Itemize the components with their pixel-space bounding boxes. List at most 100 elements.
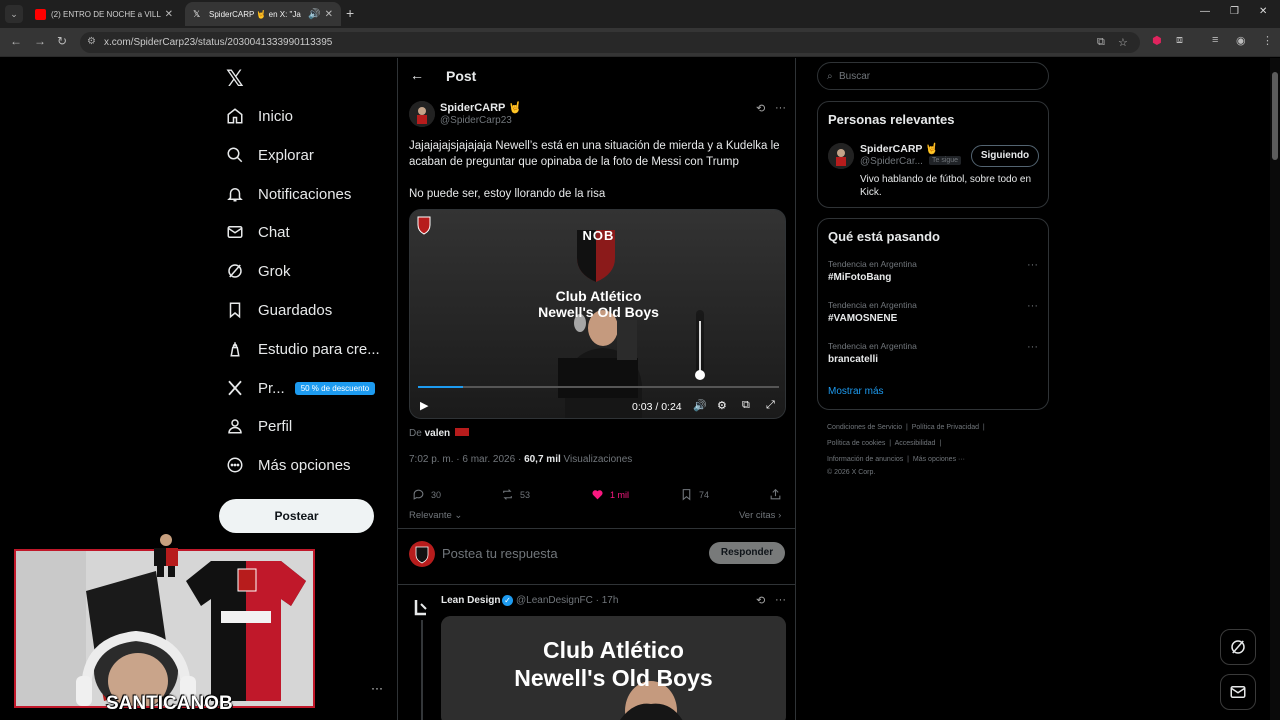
search-box[interactable]: ⌕ Buscar [817, 62, 1049, 90]
tab-search-button[interactable]: ⌄ [5, 5, 23, 23]
profile-icon[interactable]: ◉ [1236, 34, 1246, 47]
more-options-icon[interactable]: ··· [1027, 341, 1038, 353]
repost-action[interactable]: 53 [501, 488, 530, 501]
nav-creator-studio[interactable]: Estudio para cre... [226, 334, 380, 364]
reply-image-line: Newell's Old Boys [514, 665, 713, 691]
settings-icon[interactable]: ⚙ [717, 399, 727, 412]
more-options-icon[interactable]: ··· [775, 102, 786, 114]
pip-icon[interactable]: ⧉ [742, 399, 750, 412]
post-text: No puede ser, estoy llorando de la risa [409, 188, 606, 200]
close-window-button[interactable]: ✕ [1259, 6, 1267, 17]
fullscreen-icon[interactable]: ⤢ [766, 399, 775, 412]
reply-avatar[interactable] [409, 595, 433, 619]
nav-premium[interactable]: Pr... 50 % de descuento [226, 373, 376, 403]
scrollbar-thumb[interactable] [1272, 72, 1278, 160]
author-name[interactable]: SpiderCARP 🤘 [440, 101, 522, 114]
post-button[interactable]: Postear [219, 499, 374, 533]
forward-icon[interactable]: → [34, 34, 46, 48]
url-text[interactable]: x.com/SpiderCarp23/status/20300413339901… [104, 37, 332, 48]
person-handle[interactable]: @SpiderCar... [860, 156, 923, 167]
reply-image[interactable]: Club Atlético Newell's Old Boys [441, 616, 786, 720]
person-name[interactable]: SpiderCARP 🤘 [860, 142, 938, 155]
install-app-icon[interactable]: ⧉ [1097, 36, 1105, 49]
footer-link[interactable]: Política de cookies [827, 440, 885, 447]
more-options-icon[interactable]: ··· [371, 681, 383, 695]
nav-home[interactable]: Inicio [226, 101, 293, 131]
more-options-icon[interactable]: ··· [1027, 300, 1038, 312]
nav-label: Explorar [258, 146, 314, 164]
scrollbar[interactable] [1270, 58, 1280, 720]
like-action[interactable]: 1 mil [591, 488, 629, 501]
reply-author-handle[interactable]: @LeanDesignFC · 17h [516, 595, 618, 606]
video-player[interactable]: NOB Club Atlético Newell's Old Boys ▶ 0:… [409, 209, 786, 419]
nav-grok[interactable]: Grok [226, 256, 291, 286]
reply-button[interactable]: Responder [709, 542, 785, 564]
show-more-link[interactable]: Mostrar más [828, 386, 884, 397]
nav-label: Guardados [258, 301, 333, 319]
views-label: Visualizaciones [563, 454, 633, 465]
x-logo-icon[interactable]: 𝕏 [226, 66, 244, 92]
my-avatar[interactable] [409, 541, 435, 567]
post-timestamp[interactable]: 7:02 p. m. · 6 mar. 2026 · [409, 454, 521, 465]
mascot-sticker [154, 534, 178, 577]
footer-link[interactable]: Accesibilidad [895, 440, 936, 447]
reply-sort-dropdown[interactable]: Relevante ⌄ [409, 510, 462, 521]
star-icon[interactable]: ☆ [1118, 36, 1128, 49]
video-time: 0:03 / 0:24 [632, 401, 682, 413]
tab-youtube[interactable]: (2) ENTRO DE NOCHE a VILLA L ✕ [27, 2, 181, 26]
footer-link[interactable]: Información de anuncios [827, 456, 903, 463]
grok-explain-icon[interactable]: ⟲ [756, 102, 765, 115]
like-count: 1 mil [610, 489, 630, 500]
grok-explain-icon[interactable]: ⟲ [756, 594, 765, 607]
media-controls-icon[interactable]: ≡ [1212, 34, 1218, 46]
maximize-button[interactable]: ❐ [1230, 6, 1239, 17]
footer-link[interactable]: Más opciones ··· [913, 456, 965, 463]
following-button[interactable]: Siguiendo [971, 145, 1039, 167]
minimize-button[interactable]: — [1200, 6, 1210, 17]
more-options-icon[interactable]: ··· [775, 594, 786, 606]
bookmark-icon [229, 302, 241, 319]
view-quotes-link[interactable]: Ver citas › [739, 510, 781, 521]
nav-bookmarks[interactable]: Guardados [226, 295, 332, 325]
footer-link[interactable]: Política de Privacidad [912, 424, 979, 431]
nav-explore[interactable]: Explorar [226, 140, 314, 170]
reload-icon[interactable]: ↻ [57, 34, 67, 48]
avatar[interactable] [828, 143, 854, 169]
back-arrow-icon[interactable]: ← [410, 67, 424, 83]
messages-floating-button[interactable] [1220, 674, 1256, 710]
reply-input[interactable]: Postea tu respuesta [442, 546, 558, 561]
back-icon[interactable]: ← [10, 34, 22, 48]
divider [398, 584, 795, 585]
address-bar[interactable]: ⚙ x.com/SpiderCarp23/status/203004133399… [80, 32, 1140, 53]
nav-more-options[interactable]: Más opciones [226, 450, 351, 480]
footer-link[interactable]: Condiciones de Servicio [827, 424, 902, 431]
close-tab-icon[interactable]: ✕ [165, 9, 173, 20]
avatar[interactable] [409, 101, 435, 127]
volume-icon[interactable]: 🔊 [693, 399, 707, 412]
close-tab-icon[interactable]: ✕ [325, 9, 333, 20]
progress-fill[interactable] [418, 386, 463, 388]
share-action[interactable] [769, 488, 788, 501]
extensions-puzzle-icon[interactable]: ⧈ [1176, 34, 1183, 47]
divider [398, 528, 795, 529]
nav-chat[interactable]: Chat [226, 217, 290, 247]
grok-floating-button[interactable] [1220, 629, 1256, 665]
play-icon[interactable]: ▶ [420, 399, 428, 412]
more-options-icon[interactable]: ··· [1027, 259, 1038, 271]
bookmark-action[interactable]: 74 [680, 488, 709, 501]
new-tab-button[interactable]: + [346, 5, 354, 21]
source-name[interactable]: valen [425, 428, 451, 439]
reply-action[interactable]: 30 [412, 488, 441, 501]
site-info-icon[interactable]: ⚙ [87, 36, 96, 47]
speaker-icon[interactable]: 🔊 [308, 9, 320, 20]
trend-context: Tendencia en Argentina [828, 300, 917, 310]
nav-label: Grok [258, 262, 291, 280]
extension-icon[interactable]: ⬢ [1152, 34, 1162, 47]
nav-profile[interactable]: Perfil [226, 411, 292, 441]
reply-author-name[interactable]: Lean Design [441, 595, 500, 606]
browser-menu-icon[interactable]: ⋮ [1262, 34, 1273, 47]
nav-notifications[interactable]: Notificaciones [226, 179, 351, 209]
author-handle[interactable]: @SpiderCarp23 [440, 115, 512, 126]
flag-icon [454, 428, 469, 436]
tab-x-post[interactable]: 𝕏 SpiderCARP 🤘 en X: "Ja 🔊 ✕ [185, 2, 341, 26]
